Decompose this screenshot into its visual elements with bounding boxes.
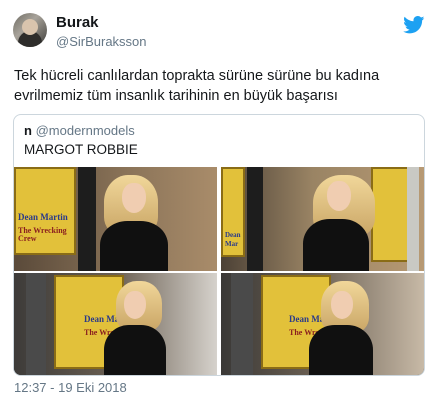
tweet-timestamp[interactable]: 12:37 - 19 Eki 2018 (14, 380, 127, 395)
quoted-user-name: n (24, 123, 32, 138)
display-name[interactable]: Burak (56, 14, 99, 31)
tweet-card: Burak @SirBuraksson Tek hücreli canlılar… (0, 0, 438, 403)
quoted-tweet[interactable]: n @modernmodels MARGOT ROBBIE Dean Marti… (13, 114, 425, 376)
tweet-text: Tek hücreli canlılardan toprakta sürüne … (14, 68, 380, 104)
quoted-user-handle: @modernmodels (35, 123, 135, 138)
poster-text: Dean Martin (18, 212, 68, 222)
photo-1[interactable]: Dean Martin The Wrecking Crew (14, 167, 217, 271)
quoted-tweet-text: MARGOT ROBBIE (24, 142, 138, 157)
photo-grid: Dean Martin The Wrecking Crew Dean Mar D… (14, 167, 424, 375)
poster-text: The Wrecking Crew (18, 226, 67, 243)
quoted-tweet-header: n @modernmodels (24, 123, 135, 138)
photo-3[interactable]: Dean Mar The Wre (14, 273, 217, 375)
user-handle[interactable]: @SirBuraksson (56, 34, 147, 49)
twitter-bird-icon[interactable] (403, 16, 425, 34)
poster-text: Dean Mar (225, 231, 241, 248)
photo-2[interactable]: Dean Mar (221, 167, 424, 271)
avatar[interactable] (13, 13, 47, 47)
photo-4[interactable]: Dean Mar The Wre (221, 273, 424, 375)
